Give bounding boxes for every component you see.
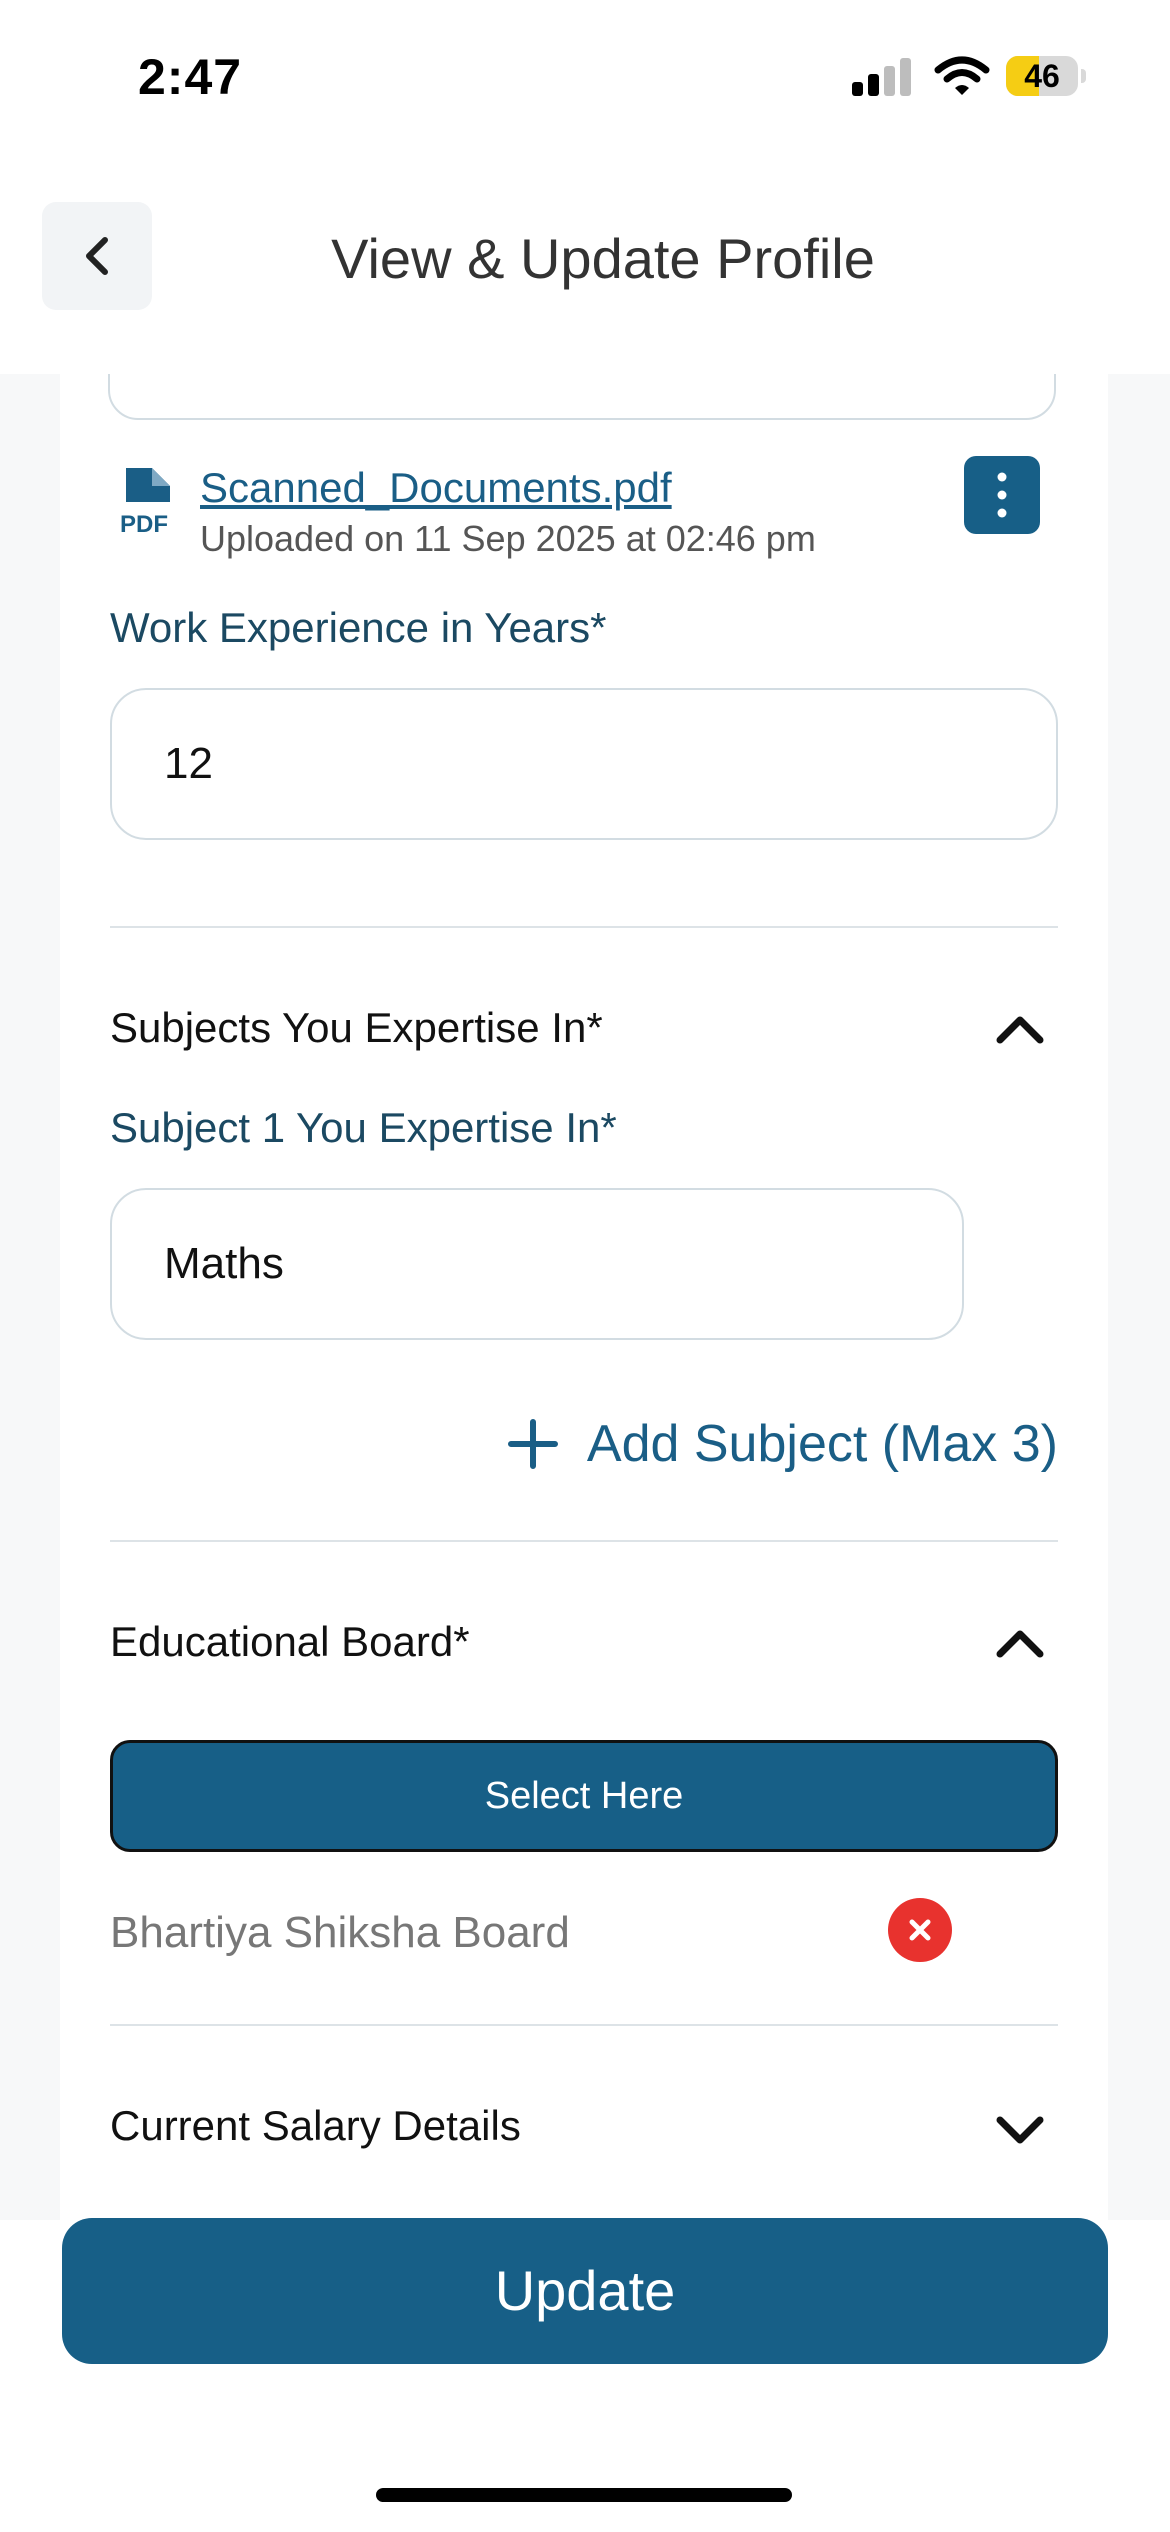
- subject-1-input[interactable]: Maths: [110, 1188, 964, 1340]
- divider: [110, 1540, 1058, 1542]
- add-subject-button[interactable]: Add Subject (Max 3): [507, 1414, 1058, 1474]
- more-vertical-icon: [997, 472, 1007, 518]
- educational-board-title: Educational Board*: [110, 1618, 470, 1665]
- document-menu-button[interactable]: [964, 456, 1040, 534]
- wifi-icon: [934, 56, 990, 96]
- chevron-up-icon[interactable]: [992, 1008, 1048, 1048]
- chevron-down-icon[interactable]: [992, 2110, 1048, 2150]
- remove-circle-icon[interactable]: [888, 1898, 952, 1962]
- previous-input-field[interactable]: [108, 374, 1056, 420]
- battery-level: 46: [1024, 58, 1060, 94]
- status-bar: 2:47 46: [0, 0, 1170, 150]
- update-button[interactable]: Update: [62, 2218, 1108, 2364]
- battery-icon: 46: [1006, 56, 1086, 96]
- divider: [110, 2024, 1058, 2026]
- work-experience-input[interactable]: 12: [110, 688, 1058, 840]
- app-header: View & Update Profile: [0, 150, 1170, 374]
- subjects-section-title: Subjects You Expertise In*: [110, 1004, 603, 1051]
- document-link[interactable]: Scanned_Documents.pdf: [200, 464, 672, 512]
- svg-text:PDF: PDF: [120, 511, 168, 534]
- divider: [110, 926, 1058, 928]
- page-title: View & Update Profile: [331, 227, 875, 290]
- select-board-button[interactable]: Select Here: [110, 1740, 1058, 1852]
- cellular-signal-icon: [852, 58, 914, 96]
- pdf-file-icon: PDF: [118, 468, 178, 538]
- work-experience-label: Work Experience in Years*: [110, 604, 607, 651]
- chevron-up-icon[interactable]: [992, 1622, 1048, 1662]
- salary-section-title: Current Salary Details: [110, 2102, 521, 2149]
- profile-form: PDF Scanned_Documents.pdf Uploaded on 11…: [60, 374, 1108, 2220]
- status-time: 2:47: [138, 49, 243, 105]
- home-indicator: [376, 2488, 792, 2502]
- plus-icon: [507, 1419, 558, 1469]
- upload-timestamp: Uploaded on 11 Sep 2025 at 02:46 pm: [200, 518, 816, 559]
- add-subject-label: Add Subject (Max 3): [586, 1415, 1058, 1473]
- subject-1-label: Subject 1 You Expertise In*: [110, 1104, 617, 1151]
- selected-board-item: Bhartiya Shiksha Board: [110, 1908, 570, 1957]
